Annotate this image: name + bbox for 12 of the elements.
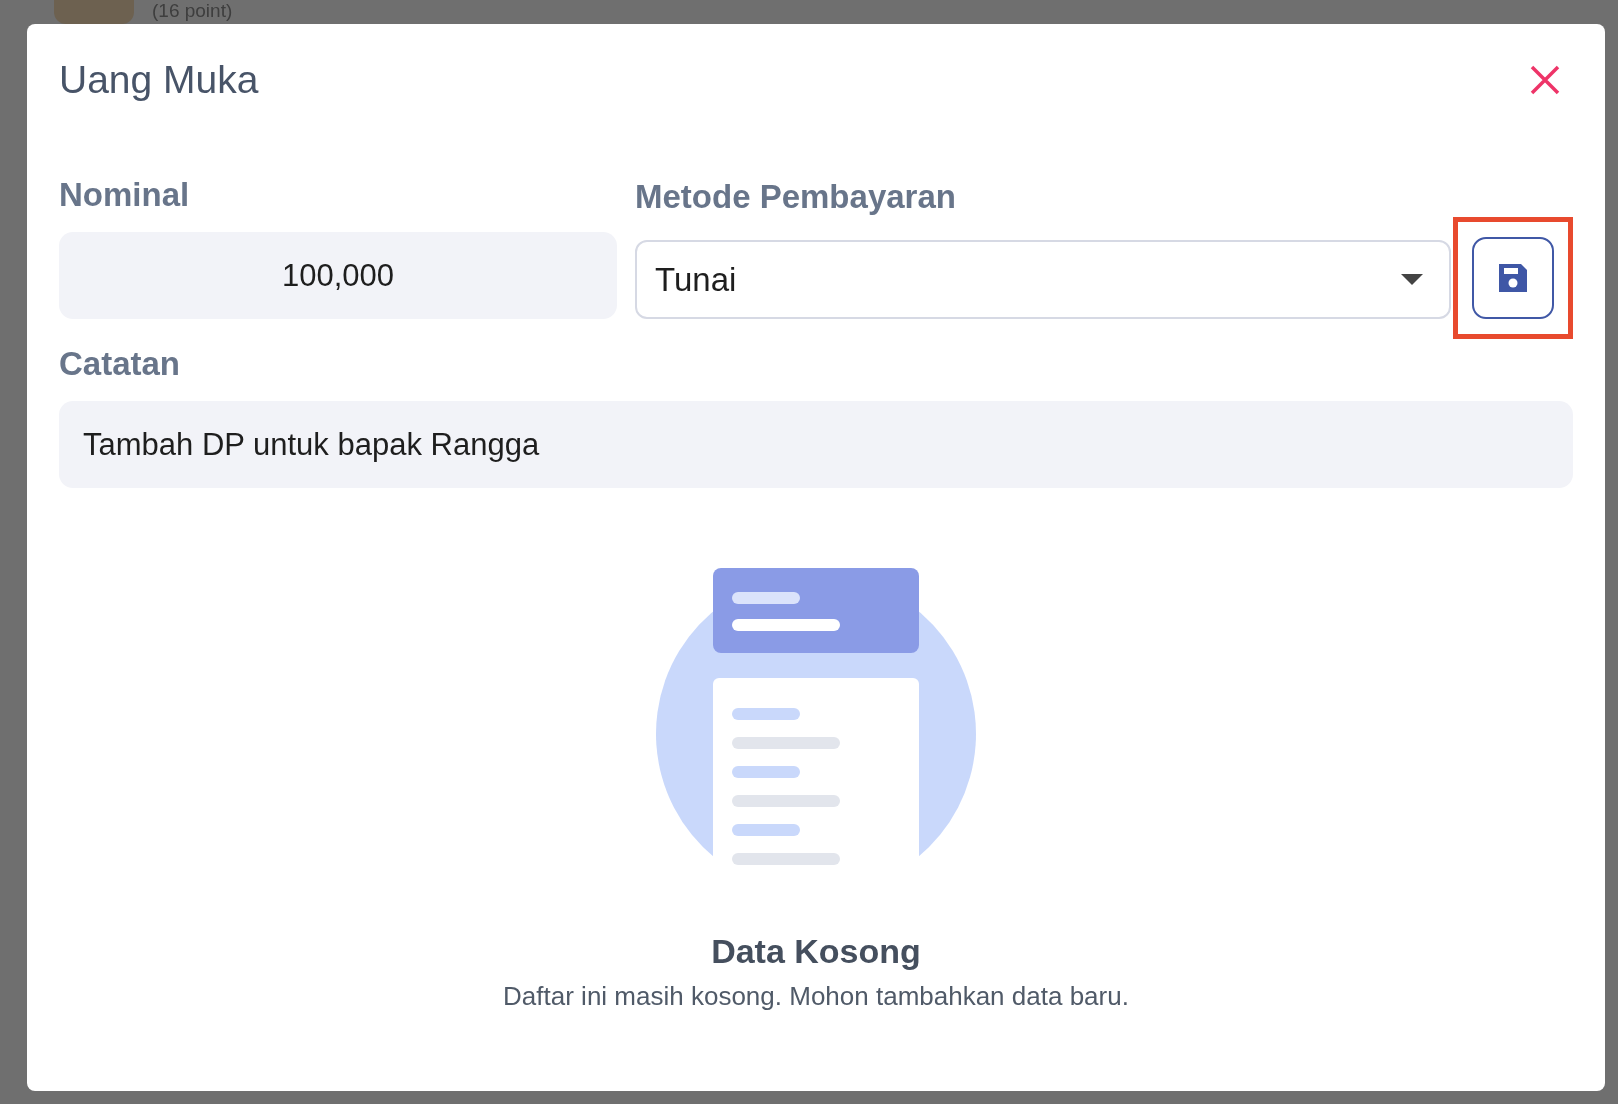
payment-method-dropdown[interactable]: Tunai [635,240,1451,319]
close-icon [1529,64,1561,96]
save-button[interactable] [1472,237,1554,319]
empty-state-message: Daftar ini masih kosong. Mohon tambahkan data baru. [503,981,1129,1012]
caret-icon [1401,273,1423,286]
field-label: Nominal [59,176,191,214]
nominal-field[interactable]: 100,000 [59,232,617,319]
field-label: Catatan [59,345,182,383]
empty-state-title: Data Kosong [711,932,921,971]
field-label: Metode Pembayaran [635,178,957,216]
note-field[interactable]: Tambah DP untuk bapak Rangga [59,401,1573,488]
dialog-title: Uang Muka [59,58,259,102]
